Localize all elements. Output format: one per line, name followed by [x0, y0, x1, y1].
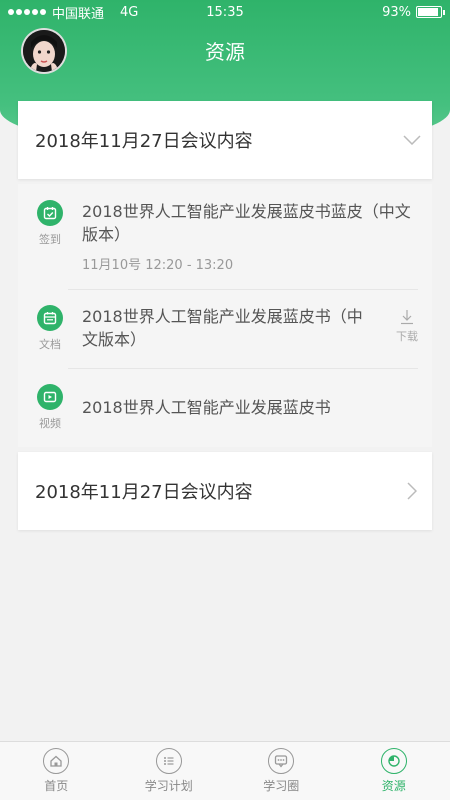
item-type-label: 视频 [39, 417, 61, 430]
item-type-label: 签到 [39, 233, 61, 246]
tab-label: 首页 [44, 779, 69, 793]
chevron-right-icon[interactable] [392, 482, 432, 500]
section-card-collapsed[interactable]: 2018年11月27日会议内容 [18, 452, 432, 530]
item-title: 2018世界人工智能产业发展蓝皮书 [82, 398, 331, 417]
resource-icon [380, 748, 407, 774]
list-item-document[interactable]: 文档 2018世界人工智能产业发展蓝皮书（中文版本） 下载 [18, 289, 432, 368]
download-label: 下载 [396, 330, 418, 343]
tab-home[interactable]: 首页 [0, 742, 113, 800]
list-icon [155, 748, 182, 774]
tab-label: 学习计划 [144, 779, 193, 793]
tab-label: 资源 [381, 779, 406, 793]
chevron-down-icon[interactable] [392, 135, 432, 145]
download-icon [401, 310, 413, 325]
section-title: 2018年11月27日会议内容 [35, 131, 253, 152]
status-time: 15:35 [206, 4, 244, 20]
list-item-checkin[interactable]: 签到 2018世界人工智能产业发展蓝皮书蓝皮（中文版本） 11月10号 12:2… [18, 184, 432, 289]
download-button[interactable]: 下载 [382, 305, 432, 352]
document-icon [37, 305, 63, 331]
tab-study-plan[interactable]: 学习计划 [113, 742, 226, 800]
item-title: 2018世界人工智能产业发展蓝皮书（中文版本） [82, 307, 363, 349]
status-bar: 中国联通 4G 15:35 93% [0, 0, 450, 24]
home-icon [43, 748, 70, 774]
section-title: 2018年11月27日会议内容 [35, 482, 253, 503]
tab-study-circle[interactable]: 学习圈 [225, 742, 338, 800]
list-item-video[interactable]: 视频 2018世界人工智能产业发展蓝皮书 [18, 368, 432, 447]
tab-label: 学习圈 [263, 779, 300, 793]
section-card-expanded[interactable]: 2018年11月27日会议内容 [18, 101, 432, 179]
item-title: 2018世界人工智能产业发展蓝皮书蓝皮（中文版本） [82, 202, 411, 244]
play-icon [37, 384, 63, 410]
tab-bar: 首页 学习计划 学习圈 资源 [0, 741, 450, 800]
chat-icon [268, 748, 295, 774]
battery-icon [416, 6, 445, 18]
calendar-check-icon [37, 200, 63, 226]
tab-resources[interactable]: 资源 [338, 742, 450, 800]
item-type-label: 文档 [39, 338, 61, 351]
page-title: 资源 [205, 40, 245, 64]
resource-list: 签到 2018世界人工智能产业发展蓝皮书蓝皮（中文版本） 11月10号 12:2… [18, 184, 432, 447]
item-time: 11月10号 12:20 - 13:20 [82, 258, 234, 273]
